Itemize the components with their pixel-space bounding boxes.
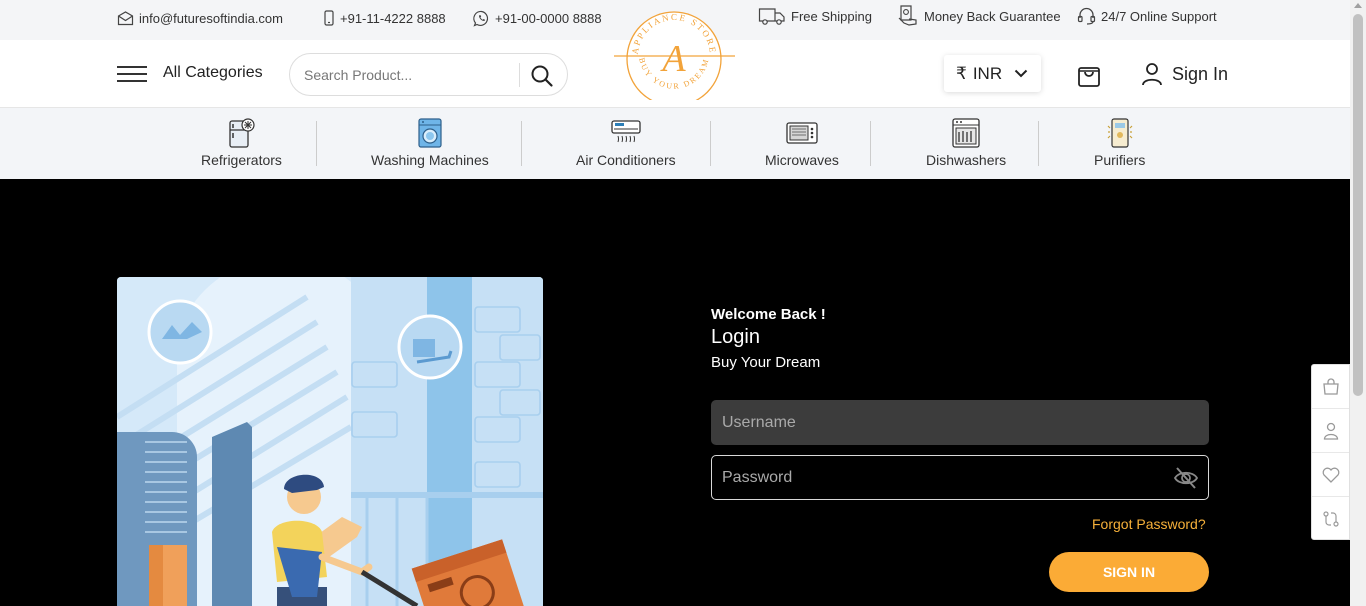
category-microwaves[interactable]: Microwaves: [765, 118, 839, 170]
category-label: Purifiers: [1094, 152, 1146, 168]
refrigerator-icon: [229, 118, 256, 148]
main-header: All Categories APPLIANCE STORE BUY YOUR …: [0, 11, 1350, 108]
phone-text: +91-11-4222 8888: [340, 10, 446, 26]
currency-selector[interactable]: ₹ INR: [944, 55, 1041, 92]
air-conditioner-icon: [611, 120, 641, 143]
washing-machine-icon: [418, 118, 442, 148]
shipping-text: Free Shipping: [791, 8, 872, 24]
scrollbar-thumb[interactable]: [1353, 14, 1363, 396]
sidebar-wishlist-button[interactable]: [1312, 453, 1349, 497]
user-icon: [1323, 422, 1338, 440]
sidebar-account-button[interactable]: [1312, 409, 1349, 453]
all-categories-link[interactable]: All Categories: [163, 64, 263, 82]
email-text: info@futuresoftindia.com: [139, 10, 283, 26]
category-purifiers[interactable]: Purifiers: [1094, 118, 1145, 170]
category-label: Microwaves: [765, 152, 839, 168]
appliance-store-logo[interactable]: APPLIANCE STORE BUY YOUR DREAM A: [612, 4, 737, 100]
rupee-symbol: ₹: [956, 63, 967, 83]
category-air-conditioners[interactable]: Air Conditioners: [576, 118, 676, 170]
welcome-heading: Welcome Back !: [711, 306, 826, 323]
category-separator: [316, 121, 317, 166]
category-separator: [710, 121, 711, 166]
whatsapp-icon: [473, 10, 489, 27]
headset-icon: [1077, 7, 1096, 25]
scroll-up-arrow[interactable]: [1354, 3, 1362, 8]
truck-icon: [758, 8, 785, 25]
login-title: Login: [711, 326, 760, 348]
category-label: Refrigerators: [201, 152, 282, 168]
login-tagline: Buy Your Dream: [711, 354, 821, 371]
email-contact[interactable]: info@futuresoftindia.com: [117, 0, 283, 36]
username-field[interactable]: [711, 400, 1209, 445]
sidebar-compare-button[interactable]: [1312, 497, 1349, 541]
support-text: 24/7 Online Support: [1101, 8, 1217, 24]
category-dishwashers[interactable]: Dishwashers: [926, 118, 1006, 170]
search-icon[interactable]: [530, 64, 554, 88]
sign-in-link[interactable]: Sign In: [1141, 62, 1228, 86]
category-separator: [870, 121, 871, 166]
svg-text:A: A: [659, 38, 686, 80]
search-input[interactable]: [304, 64, 514, 86]
money-back: Money Back Guarantee: [897, 0, 1061, 34]
dishwasher-icon: [952, 118, 980, 148]
bag-icon: [1322, 377, 1339, 395]
category-nav: Refrigerators Washing Machines Air Condi…: [0, 108, 1350, 179]
search-box: [289, 53, 568, 96]
sidebar-cart-button[interactable]: [1312, 365, 1349, 409]
floating-sidebar: [1311, 364, 1350, 540]
compare-icon: [1322, 511, 1339, 527]
password-field[interactable]: [711, 455, 1209, 500]
category-refrigerators[interactable]: Refrigerators: [201, 118, 282, 170]
category-label: Washing Machines: [371, 152, 489, 168]
sign-in-label: Sign In: [1172, 63, 1229, 84]
heart-icon: [1322, 467, 1339, 483]
free-shipping: Free Shipping: [758, 0, 872, 34]
whatsapp-contact[interactable]: +91-00-0000 8888: [473, 0, 602, 36]
chevron-down-icon: [1014, 69, 1028, 78]
mobile-phone-icon: [324, 10, 334, 26]
microwave-icon: [786, 122, 818, 144]
category-label: Air Conditioners: [576, 152, 676, 168]
eye-slash-icon[interactable]: [1173, 465, 1199, 491]
purifier-icon: [1107, 118, 1133, 148]
shopping-bag-icon[interactable]: [1076, 62, 1102, 88]
page-scrollbar[interactable]: [1350, 0, 1366, 606]
envelope-icon: [117, 10, 134, 25]
delivery-illustration: [117, 277, 543, 606]
category-separator: [521, 121, 522, 166]
sign-in-button[interactable]: SIGN IN: [1049, 552, 1209, 592]
category-separator: [1038, 121, 1039, 166]
currency-code: INR: [972, 63, 1003, 83]
whatsapp-text: +91-00-0000 8888: [495, 10, 602, 26]
online-support: 24/7 Online Support: [1077, 0, 1217, 34]
category-label: Dishwashers: [926, 152, 1007, 168]
menu-icon[interactable]: [117, 66, 147, 82]
category-washing-machines[interactable]: Washing Machines: [371, 118, 489, 170]
forgot-password-link[interactable]: Forgot Password?: [1092, 516, 1206, 532]
money-hand-icon: [898, 5, 917, 26]
user-icon: [1142, 63, 1162, 86]
phone-contact[interactable]: +91-11-4222 8888: [323, 0, 446, 36]
guarantee-text: Money Back Guarantee: [924, 8, 1061, 24]
search-divider: [519, 63, 520, 87]
